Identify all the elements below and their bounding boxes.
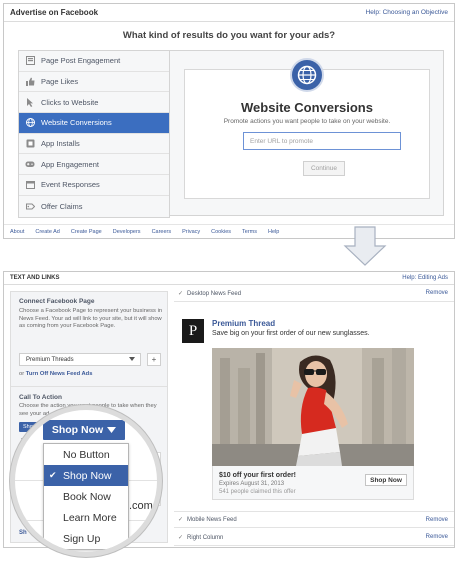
- objective-question: What kind of results do you want for you…: [122, 30, 336, 41]
- objective-website-conversions[interactable]: Website Conversions: [19, 113, 169, 134]
- call-to-action-magnifier: Shop Now No Button Shop Now Book Now Lea…: [10, 405, 162, 557]
- chevron-down-icon: [129, 356, 135, 363]
- connect-page-text: Choose a Facebook Page to represent your…: [19, 308, 163, 330]
- footer-link-careers[interactable]: Careers: [152, 229, 172, 235]
- footer-link-cookies[interactable]: Cookies: [211, 229, 231, 235]
- globe-icon: [25, 118, 35, 128]
- turn-off-news-feed-ads-link[interactable]: Turn Off News Feed Ads: [26, 371, 93, 377]
- cursor-icon: [25, 97, 35, 107]
- objective-page-likes[interactable]: Page Likes: [19, 72, 169, 93]
- footer-link-help[interactable]: Help: [268, 229, 279, 235]
- ad-preview-column: ✓ Desktop News Feed Remove P Premium Thre…: [174, 285, 454, 547]
- ad-page-name[interactable]: Premium Thread: [212, 319, 275, 328]
- partial-url-text: .com: [129, 500, 153, 512]
- ad-image: [212, 348, 414, 466]
- footer-link-terms[interactable]: Terms: [242, 229, 257, 235]
- objective-label: App Installs: [41, 139, 80, 149]
- menu-item-learn-more[interactable]: Learn More: [44, 507, 128, 528]
- objective-label: Clicks to Website: [41, 97, 99, 107]
- divider: [11, 386, 167, 387]
- footer-link-privacy[interactable]: Privacy: [182, 229, 200, 235]
- thumb-up-icon: [25, 77, 35, 87]
- turn-off-line: or Turn Off News Feed Ads: [19, 371, 92, 377]
- footer-link-create-ad[interactable]: Create Ad: [35, 229, 59, 235]
- post-icon: [25, 56, 35, 66]
- objective-label: Website Conversions: [41, 118, 112, 128]
- placement-mobile-news-feed: ✓ Mobile News Feed Remove: [174, 511, 454, 528]
- remove-desktop-link[interactable]: Remove: [426, 290, 448, 296]
- offer-expires: Expires August 31, 2013: [219, 481, 285, 487]
- page-select[interactable]: Premium Threads: [19, 353, 141, 366]
- remove-mobile-link[interactable]: Remove: [426, 517, 448, 523]
- objective-panel: Advertise on Facebook Help: Choosing an …: [3, 3, 455, 239]
- remove-right-column-link[interactable]: Remove: [426, 534, 448, 540]
- objective-page-post-engagement[interactable]: Page Post Engagement: [19, 51, 169, 72]
- call-to-action-menu: No Button Shop Now Book Now Learn More S…: [43, 443, 129, 550]
- continue-button[interactable]: Continue: [303, 161, 345, 176]
- placement-label: Mobile News Feed: [187, 517, 237, 523]
- objective-app-engagement[interactable]: App Engagement: [19, 154, 169, 176]
- objective-heading: Website Conversions: [241, 100, 373, 115]
- objective-clicks-to-website[interactable]: Clicks to Website: [19, 92, 169, 114]
- dropdown-button-label: Shop Now: [51, 424, 104, 436]
- objective-label: Page Post Engagement: [41, 56, 121, 66]
- objective-app-installs[interactable]: App Installs: [19, 134, 169, 155]
- offer-icon: [25, 201, 35, 211]
- connect-page-title: Connect Facebook Page: [19, 298, 95, 305]
- placement-label: Desktop News Feed: [187, 290, 242, 297]
- partial-link-sh[interactable]: Sh: [19, 530, 27, 536]
- objective-label: Event Responses: [41, 180, 100, 190]
- page-logo: P: [182, 319, 204, 343]
- objective-label: Page Likes: [41, 77, 79, 87]
- down-arrow-icon: [343, 226, 387, 266]
- shop-now-button[interactable]: Shop Now: [365, 474, 407, 486]
- call-to-action-dropdown-button[interactable]: Shop Now: [43, 420, 125, 440]
- objective-offer-claims[interactable]: Offer Claims: [19, 196, 169, 217]
- offer-claimed-count: 541 people claimed this offer: [219, 489, 296, 495]
- url-input[interactable]: [243, 132, 401, 150]
- objective-detail-area: Website Conversions Promote actions you …: [170, 50, 444, 216]
- check-icon: ✓: [178, 517, 184, 523]
- panel-title: TEXT AND LINKS: [10, 275, 60, 281]
- page-select-value: Premium Threads: [26, 356, 74, 363]
- panel-header: TEXT AND LINKS Help: Editing Ads: [4, 272, 454, 285]
- footer-link-about[interactable]: About: [10, 229, 24, 235]
- ad-text: Save big on your first order of our new …: [212, 330, 370, 337]
- globe-icon: [290, 58, 324, 92]
- app-icon: [25, 139, 35, 149]
- objective-description: Promote actions you want people to take …: [223, 118, 391, 125]
- objective-event-responses[interactable]: Event Responses: [19, 175, 169, 196]
- footer-link-developers[interactable]: Developers: [113, 229, 141, 235]
- panel-header: Advertise on Facebook Help: Choosing an …: [4, 4, 454, 22]
- help-choosing-objective-link[interactable]: Help: Choosing an Objective: [366, 9, 448, 16]
- website-conversions-card: Website Conversions Promote actions you …: [184, 58, 430, 199]
- objective-list: Page Post Engagement Page Likes Clicks t…: [18, 50, 170, 218]
- call-to-action-title: Call To Action: [19, 394, 62, 401]
- panel-title: Advertise on Facebook: [10, 8, 99, 17]
- menu-item-shop-now[interactable]: Shop Now: [44, 465, 128, 486]
- offer-title: $10 off your first order!: [219, 472, 297, 479]
- menu-item-no-button[interactable]: No Button: [44, 444, 128, 465]
- objective-label: App Engagement: [41, 159, 99, 169]
- footer-link-create-page[interactable]: Create Page: [71, 229, 102, 235]
- placement-right-column: ✓ Right Column Remove: [174, 529, 454, 546]
- check-icon: ✓: [178, 290, 184, 297]
- calendar-icon: [25, 180, 35, 190]
- menu-item-book-now[interactable]: Book Now: [44, 486, 128, 507]
- check-icon: ✓: [178, 534, 184, 541]
- placement-label: Right Column: [187, 534, 224, 541]
- objective-label: Offer Claims: [41, 201, 83, 211]
- gamepad-icon: [25, 159, 35, 169]
- offer-caption: $10 off your first order! Expires August…: [212, 466, 414, 500]
- placement-desktop-news-feed: ✓ Desktop News Feed Remove: [174, 285, 454, 302]
- add-page-button[interactable]: +: [147, 353, 161, 366]
- chevron-down-icon: [107, 424, 117, 436]
- help-editing-ads-link[interactable]: Help: Editing Ads: [402, 275, 448, 281]
- menu-item-sign-up[interactable]: Sign Up: [44, 528, 128, 549]
- turn-off-prefix: or: [19, 371, 25, 377]
